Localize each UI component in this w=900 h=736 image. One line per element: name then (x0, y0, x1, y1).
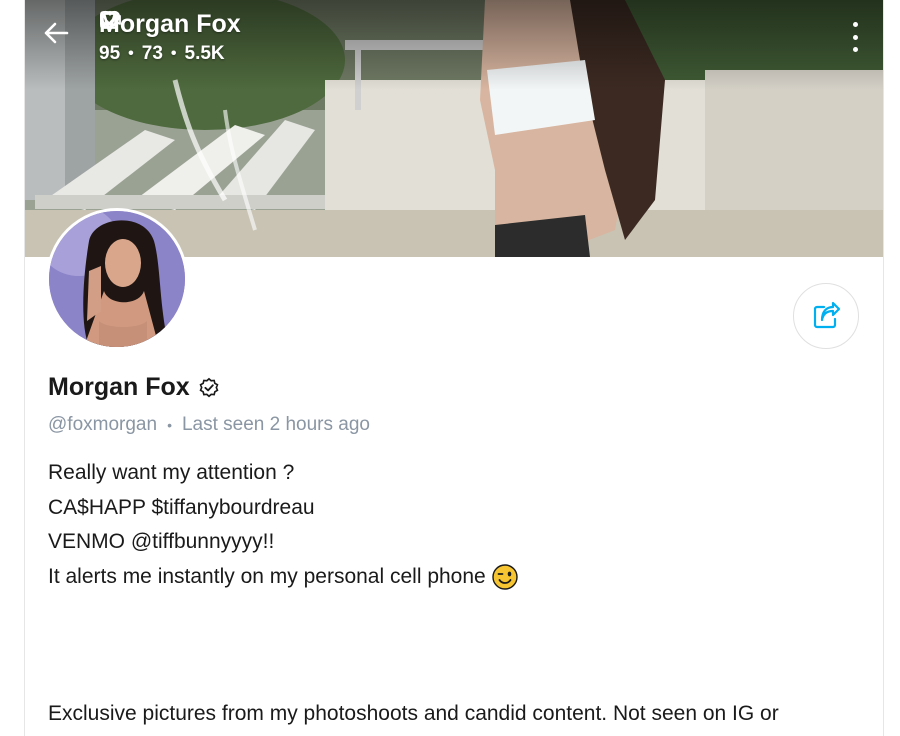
profile-meta: @foxmorgan • Last seen 2 hours ago (48, 414, 370, 436)
stat-separator: • (170, 45, 177, 62)
more-options-button[interactable] (849, 22, 861, 52)
header-info: Morgan Fox 95 • 73 • 5.5K (99, 10, 241, 65)
bio-spacer (48, 594, 868, 697)
last-seen-status: Last seen 2 hours ago (181, 414, 370, 435)
photos-count: 95 (99, 43, 121, 64)
videos-count: 73 (141, 43, 163, 64)
bio-line-with-emoji: It alerts me instantly on my personal ce… (48, 560, 868, 595)
bio-line: VENMO @tiffbunnyyyy!! (48, 530, 275, 553)
bio-line: It alerts me instantly on my personal ce… (48, 564, 486, 588)
bio-line: Exclusive pictures from my photoshoots a… (48, 702, 779, 725)
left-margin (0, 0, 24, 736)
profile-handle[interactable]: @foxmorgan (48, 414, 157, 436)
share-button[interactable] (793, 283, 859, 349)
back-arrow-icon (44, 22, 69, 44)
bio-line: CA$HAPP $tiffanybourdreau (48, 495, 315, 519)
profile-name: Morgan Fox (48, 373, 190, 401)
bio-line: Really want my attention ? (48, 461, 295, 484)
heart-icon (99, 10, 121, 30)
meta-separator: • (167, 417, 172, 433)
more-vertical-icon (852, 22, 858, 27)
verified-badge-icon (199, 377, 219, 397)
avatar-photo (49, 211, 185, 347)
avatar[interactable] (46, 208, 188, 350)
header-stats: 95 • 73 • 5.5K (99, 10, 241, 65)
profile-name-row: Morgan Fox (48, 373, 220, 402)
more-vertical-icon-dot (852, 47, 858, 52)
stat-separator: • (128, 45, 134, 62)
likes-count: 5.5K (184, 43, 225, 64)
profile-card: Morgan Fox 95 • 73 • 5.5K Morgan Fox @fo… (24, 0, 884, 736)
right-margin (884, 0, 900, 736)
share-icon (813, 301, 841, 329)
back-button[interactable] (43, 22, 77, 56)
photos-stat: 95 (99, 11, 121, 65)
likes-stat: 5.5K (99, 10, 225, 65)
videos-stat: 73 (100, 13, 163, 65)
profile-bio: Really want my attention ? CA$HAPP $tiff… (48, 456, 868, 732)
more-vertical-icon-dot (852, 34, 858, 40)
winking-face-emoji (492, 564, 518, 590)
